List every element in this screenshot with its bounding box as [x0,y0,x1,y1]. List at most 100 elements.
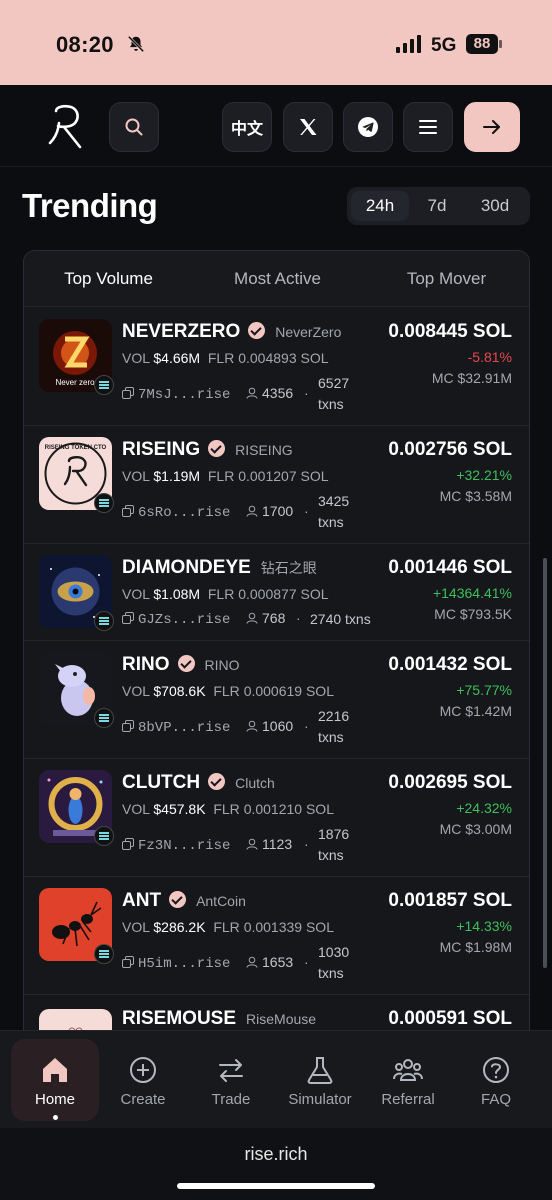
token-address: 8bVP...rise [138,720,231,736]
token-price: 0.001432 SOL [388,654,512,675]
token-address-row[interactable]: Fz3N...rise [122,836,230,854]
txns-count: 1876 txns [318,826,350,863]
app-header: 中文 [0,85,552,167]
token-ticker: NeverZero [275,324,342,340]
plus-circle-icon [130,1057,156,1083]
token-floor: 0.000877 SOL [238,586,329,602]
login-arrow-button[interactable] [464,102,520,152]
copy-icon [122,956,134,968]
bottom-nav: Home Create Trade Simulator Referral FAQ [0,1030,552,1128]
nav-simulator[interactable]: Simulator [276,1039,364,1121]
nav-faq[interactable]: FAQ [452,1039,540,1121]
nav-create[interactable]: Create [99,1039,187,1121]
nav-trade[interactable]: Trade [187,1039,275,1121]
price-change: +75.77% [456,682,512,698]
url-text[interactable]: rise.rich [0,1144,552,1165]
swap-arrows-icon [219,1059,243,1082]
copy-icon [122,838,134,850]
telegram-button[interactable] [343,102,393,152]
network-type: 5G [431,35,457,56]
search-icon [125,118,143,136]
category-tabs: Top Volume Most Active Top Mover [24,251,529,307]
tab-top-volume[interactable]: Top Volume [24,251,193,306]
scrollbar[interactable] [543,558,547,968]
token-address: GJZs...rise [138,612,231,628]
separator-dot: · [304,836,309,852]
token-volume: $1.19M [153,468,201,484]
copy-icon [122,505,134,517]
token-name-row: RISEING RISEING [122,439,293,461]
language-button[interactable]: 中文 [222,102,272,152]
token-row[interactable]: CLUTCH Clutch VOL $457.8K FLR 0.001210 SO… [24,759,529,877]
token-address-row[interactable]: 8bVP...rise [122,718,230,736]
user-icon [246,612,258,624]
home-indicator[interactable] [177,1183,375,1189]
nav-label: Simulator [288,1091,352,1108]
copy-icon [122,612,134,624]
token-row[interactable]: DIAMONDEYE 钻石之眼 VOL $1.08M FLR 0.000877 S… [24,544,529,641]
hamburger-icon [419,120,437,134]
token-address-row[interactable]: 6sRo...rise [122,503,230,521]
home-icon [43,1058,67,1082]
token-ticker: RiseMouse [246,1011,317,1027]
user-icon [246,838,258,850]
token-row[interactable]: RINO RINO VOL $708.6K FLR 0.000619 SOL 8b… [24,641,529,759]
nav-referral[interactable]: Referral [364,1039,452,1121]
user-icon [246,720,258,732]
market-cap: MC $3.58M [439,488,512,504]
nav-home[interactable]: Home [11,1039,99,1121]
rise-logo-icon[interactable] [44,103,88,151]
solana-icon [94,611,114,631]
holders-count: 768 [246,610,285,626]
x-social-button[interactable] [283,102,333,152]
token-price: 0.002695 SOL [388,772,512,793]
token-address-row[interactable]: 7MsJ...rise [122,385,230,403]
nav-label: Referral [381,1091,435,1108]
token-price: 0.002756 SOL [388,439,512,460]
token-stats: VOL $286.2K FLR 0.001339 SOL [122,919,334,935]
browser-url-bar[interactable]: rise.rich [0,1128,552,1200]
tab-top-mover[interactable]: Top Mover [362,251,529,306]
token-row[interactable]: Never zero NEVERZERO NeverZero VOL $4.66M… [24,308,529,426]
market-cap: MC $1.42M [439,703,512,719]
question-icon [483,1057,509,1083]
token-floor: 0.001207 SOL [238,468,329,484]
token-row[interactable]: ANT AntCoin VOL $286.2K FLR 0.001339 SOL … [24,877,529,995]
tab-24h[interactable]: 24h [351,191,409,221]
price-change: +32.21% [456,467,512,483]
battery-icon: 88 [466,34,502,54]
trending-card: Top Volume Most Active Top Mover Never z… [23,250,530,1050]
token-ticker: AntCoin [196,893,246,909]
separator-dot: · [304,954,309,970]
token-name-row: NEVERZERO NeverZero [122,321,341,343]
token-floor: 0.001210 SOL [243,801,334,817]
token-name: NEVERZERO [122,321,241,342]
search-button[interactable] [109,102,159,152]
menu-button[interactable] [403,102,453,152]
arrow-right-icon [483,120,500,134]
people-icon [393,1059,423,1081]
svg-text:RISEING TOKEN CTO: RISEING TOKEN CTO [45,445,107,451]
token-name: RISEING [122,439,201,460]
txns-count: 2740 txns [310,611,371,627]
market-cap: MC $32.91M [431,370,512,386]
token-stats: VOL $708.6K FLR 0.000619 SOL [122,683,334,699]
token-name: DIAMONDEYE [122,557,251,578]
token-row[interactable]: RISEING TOKEN CTO RISEING RISEING VOL $1.… [24,426,529,544]
token-ticker: RINO [204,657,240,673]
token-address: 6sRo...rise [138,505,231,521]
user-icon [246,387,258,399]
token-address-row[interactable]: GJZs...rise [122,610,230,628]
signal-icon [396,35,421,53]
tab-30d[interactable]: 30d [465,191,525,221]
tab-7d[interactable]: 7d [409,191,465,221]
txns-count: 3425 txns [318,493,350,530]
separator-dot: · [296,610,301,626]
token-name-row: DIAMONDEYE 钻石之眼 [122,557,317,579]
price-change: -5.81% [467,349,512,365]
token-floor: 0.000619 SOL [243,683,334,699]
token-address-row[interactable]: H5im...rise [122,954,230,972]
holders-count: 1700 [246,503,293,519]
tab-most-active[interactable]: Most Active [193,251,362,306]
battery-level: 88 [466,34,498,54]
